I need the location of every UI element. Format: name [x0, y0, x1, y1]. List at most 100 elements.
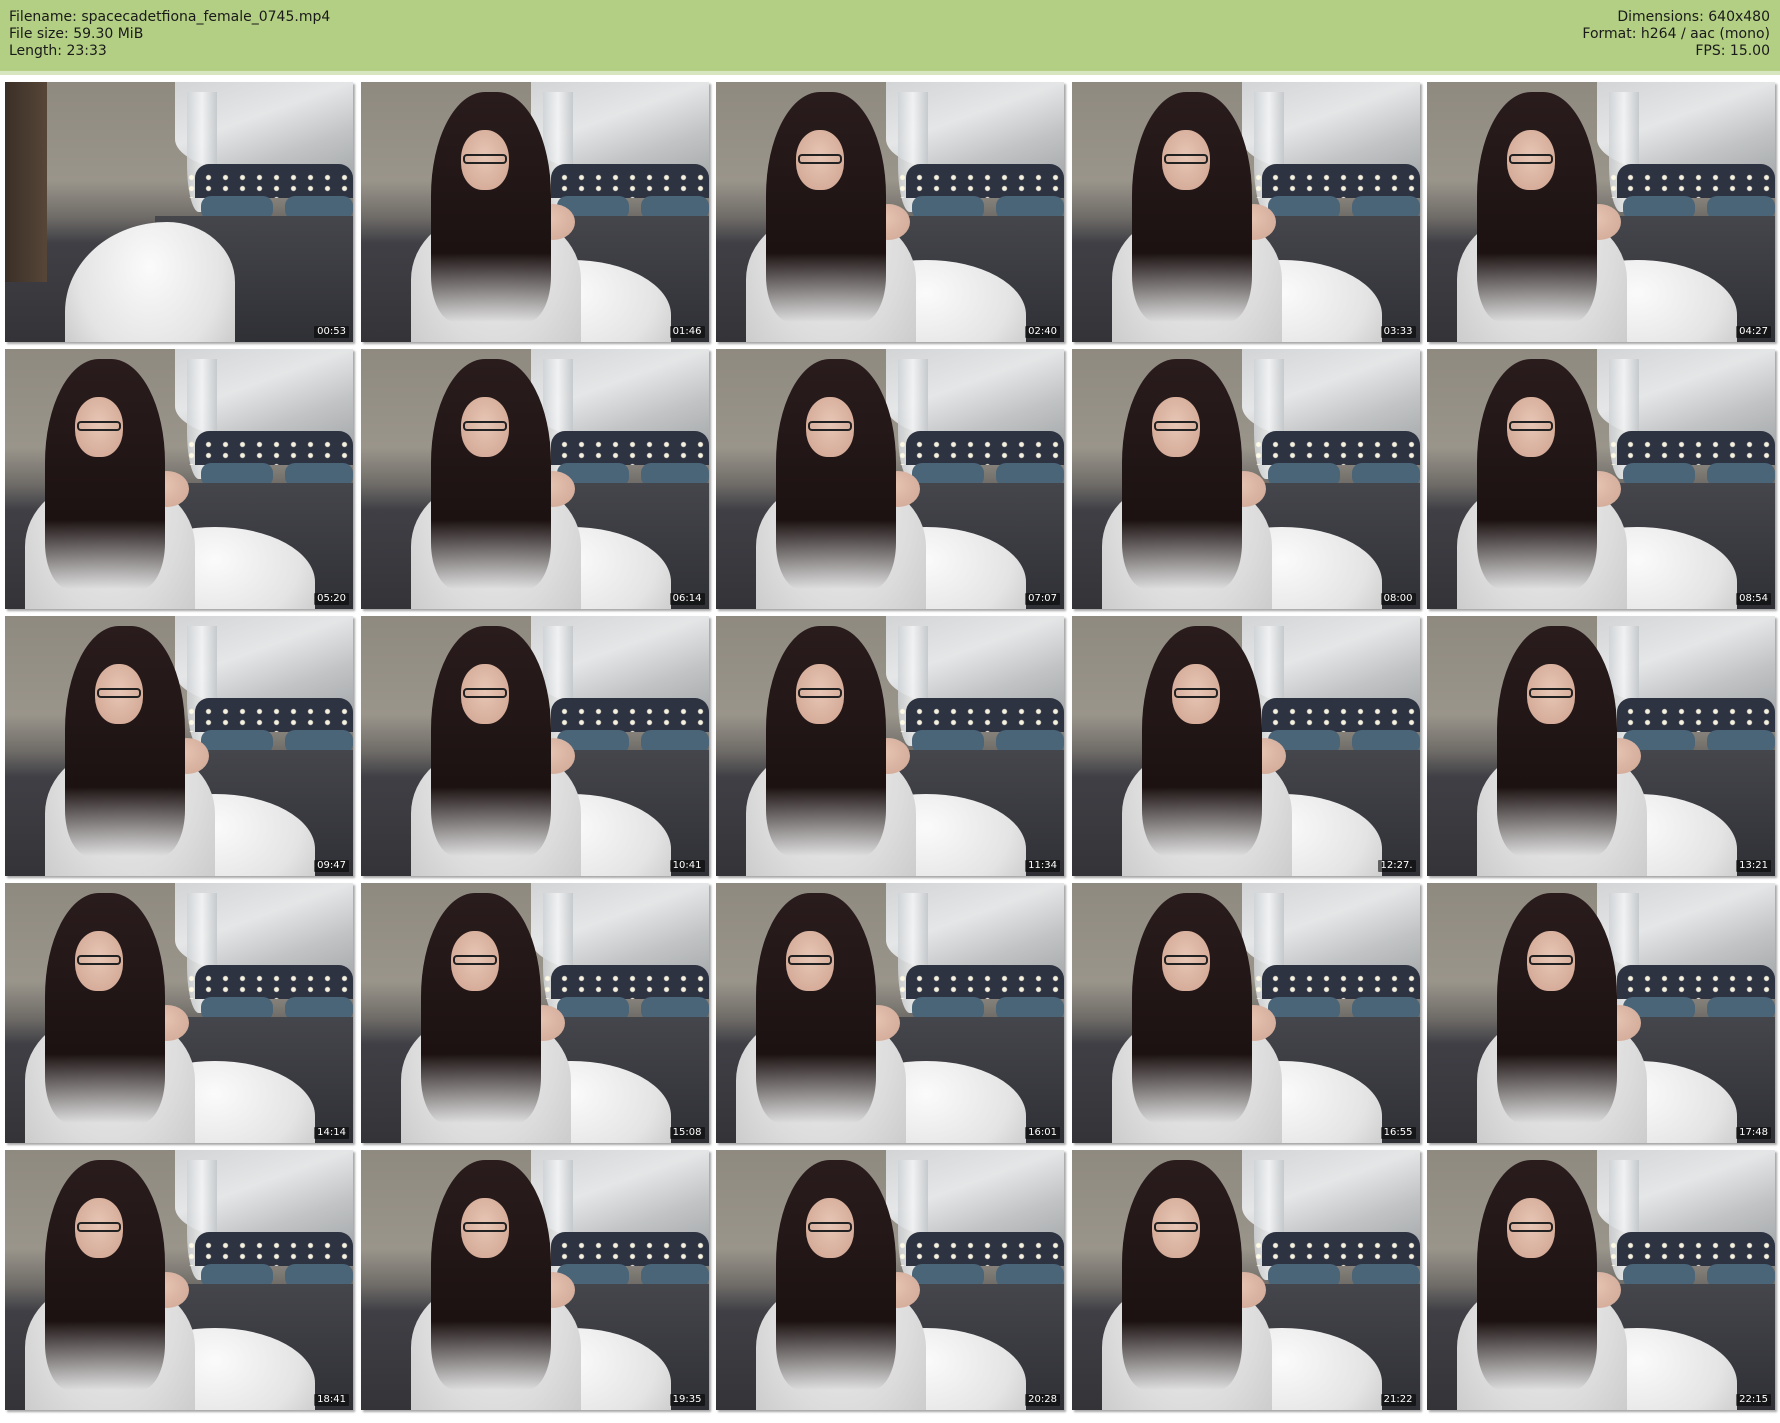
glasses: [788, 955, 832, 965]
timestamp-label: 09:47: [314, 860, 349, 872]
video-thumbnail[interactable]: 02:40: [716, 82, 1064, 342]
timestamp-label: 12:27.: [1377, 860, 1416, 872]
glasses: [77, 1222, 121, 1232]
thumbnail-grid: 00:53 01:46 02:40 03:33 04:27 05:20 06:14 07:07…: [5, 82, 1775, 1418]
length-value: 23:33: [66, 43, 107, 59]
window-blind: [5, 82, 47, 282]
format-value: h264 / aac (mono): [1640, 26, 1770, 42]
video-thumbnail[interactable]: 18:41: [5, 1150, 353, 1410]
person-hair: [1497, 893, 1617, 1123]
timestamp-label: 10:41: [669, 860, 705, 872]
thumbnail-frame: [1427, 883, 1775, 1143]
video-thumbnail[interactable]: 11:34: [716, 616, 1064, 876]
timestamp-label: 00:53: [314, 326, 349, 338]
string-lights: [894, 706, 1064, 732]
video-thumbnail[interactable]: 08:00: [1071, 349, 1420, 609]
timestamp-label: 01:46: [669, 326, 705, 338]
video-thumbnail[interactable]: 21:22: [1071, 1150, 1420, 1410]
string-lights: [894, 1240, 1064, 1266]
timestamp-label: 16:55: [1380, 1127, 1416, 1139]
video-thumbnail[interactable]: 07:07: [716, 349, 1064, 609]
timestamp-label: 22:15: [1736, 1394, 1771, 1406]
person-hair: [756, 893, 876, 1123]
video-thumbnail[interactable]: 05:20: [5, 349, 353, 609]
thumbnail-frame: [5, 883, 353, 1143]
person-hair: [1477, 359, 1597, 589]
video-thumbnail[interactable]: 14:14: [5, 883, 353, 1143]
timestamp-label: 11:34: [1025, 860, 1060, 872]
thumbnail-frame: [5, 1150, 353, 1410]
video-thumbnail[interactable]: 22:15: [1427, 1150, 1775, 1410]
thumbnail-frame: [1071, 349, 1420, 609]
thumbnail-frame: [1427, 82, 1775, 342]
dimensions-row: Dimensions: 640x480: [1582, 9, 1770, 26]
glasses: [1153, 1222, 1198, 1232]
video-thumbnail[interactable]: 19:35: [360, 1150, 709, 1410]
glasses: [1509, 154, 1553, 164]
thumbnail-frame: [360, 349, 709, 609]
glasses: [462, 154, 507, 164]
person-hair: [430, 359, 551, 589]
video-thumbnail[interactable]: 20:28: [716, 1150, 1064, 1410]
dimensions-value: 640x480: [1708, 9, 1770, 25]
string-lights: [538, 172, 709, 198]
length-label: Length:: [9, 43, 63, 59]
video-thumbnail[interactable]: 16:55: [1071, 883, 1420, 1143]
timestamp-label: 16:01: [1025, 1127, 1060, 1139]
thumbnail-frame: [5, 616, 353, 876]
person-hair: [65, 626, 185, 856]
video-thumbnail[interactable]: 04:27: [1427, 82, 1775, 342]
glasses: [462, 421, 507, 431]
person-hair: [420, 893, 541, 1123]
glasses: [1163, 955, 1208, 965]
video-thumbnail[interactable]: 16:01: [716, 883, 1064, 1143]
filename-row: Filename: spacecadetfiona_female_0745.mp…: [9, 9, 330, 26]
thumbnail-frame: [1427, 1150, 1775, 1410]
string-lights: [894, 439, 1064, 465]
glasses: [97, 688, 141, 698]
string-lights: [538, 439, 709, 465]
video-thumbnail[interactable]: 01:46: [360, 82, 709, 342]
video-thumbnail[interactable]: 15:08: [360, 883, 709, 1143]
video-thumbnail[interactable]: 03:33: [1071, 82, 1420, 342]
video-thumbnail[interactable]: 06:14: [360, 349, 709, 609]
person-hair: [1131, 893, 1252, 1123]
video-thumbnail[interactable]: 17:48: [1427, 883, 1775, 1143]
video-thumbnail[interactable]: 10:41: [360, 616, 709, 876]
thumbnail-frame: [1071, 883, 1420, 1143]
timestamp-label: 07:07: [1025, 593, 1060, 605]
thumbnail-frame: [716, 349, 1064, 609]
glasses: [808, 421, 852, 431]
glasses: [1509, 421, 1553, 431]
thumbnail-frame: [5, 349, 353, 609]
timestamp-label: 19:35: [669, 1394, 705, 1406]
timestamp-label: 08:54: [1736, 593, 1771, 605]
thumbnail-frame: [1071, 82, 1420, 342]
string-lights: [1605, 1240, 1775, 1266]
person-hair: [1121, 359, 1242, 589]
video-thumbnail[interactable]: 12:27.: [1071, 616, 1420, 876]
fps-row: FPS: 15.00: [1582, 43, 1770, 60]
timestamp-label: 03:33: [1380, 326, 1416, 338]
glasses: [462, 688, 507, 698]
thumbnail-frame: [360, 616, 709, 876]
glasses: [1153, 421, 1198, 431]
timestamp-label: 17:48: [1736, 1127, 1771, 1139]
video-thumbnail[interactable]: 00:53: [5, 82, 353, 342]
video-thumbnail[interactable]: 13:21: [1427, 616, 1775, 876]
timestamp-label: 05:20: [314, 593, 349, 605]
person-hair: [1121, 1160, 1242, 1390]
thumbnail-frame: [360, 1150, 709, 1410]
filesize-row: File size: 59.30 MiB: [9, 26, 330, 43]
thumbnail-frame: [1427, 349, 1775, 609]
thumbnail-frame: [360, 82, 709, 342]
person-hair: [1141, 626, 1262, 856]
person-hair: [776, 1160, 896, 1390]
filesize-value: 59.30 MiB: [73, 26, 144, 42]
video-thumbnail[interactable]: 08:54: [1427, 349, 1775, 609]
glasses: [798, 688, 842, 698]
thumbnail-frame: [5, 82, 353, 342]
timestamp-label: 13:21: [1736, 860, 1771, 872]
string-lights: [183, 1240, 353, 1266]
video-thumbnail[interactable]: 09:47: [5, 616, 353, 876]
